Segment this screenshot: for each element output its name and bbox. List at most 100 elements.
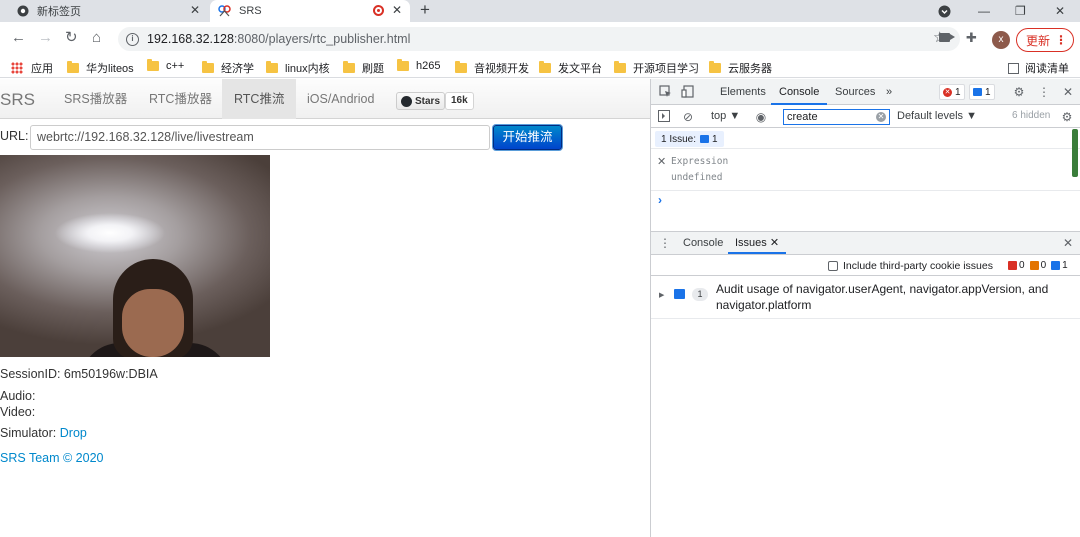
restore-button[interactable]: ❐ bbox=[1015, 0, 1026, 22]
message-count-badge[interactable]: 1 bbox=[969, 84, 995, 100]
third-party-cookie-toggle[interactable]: Include third-party cookie issues bbox=[828, 260, 993, 272]
error-count: 1 bbox=[955, 86, 961, 98]
tab-search-icon[interactable] bbox=[938, 0, 951, 22]
footer-link[interactable]: SRS Team © 2020 bbox=[0, 451, 103, 465]
bookmark-folder[interactable]: 发文平台 bbox=[539, 60, 602, 76]
error-count-badge[interactable]: ✕ 1 bbox=[939, 84, 965, 100]
bookmark-folder[interactable]: linux内核 bbox=[266, 60, 330, 76]
issue-row[interactable]: ▶ 1 Audit usage of navigator.userAgent, … bbox=[651, 277, 1080, 319]
close-tab-icon[interactable]: ✕ bbox=[392, 3, 402, 17]
issue-title: Audit usage of navigator.userAgent, navi… bbox=[716, 282, 1049, 312]
third-party-label: Include third-party cookie issues bbox=[843, 260, 993, 272]
context-selector[interactable]: top ▼ bbox=[711, 110, 740, 122]
issues-chip[interactable]: 1 Issue: 1 bbox=[655, 131, 724, 147]
tab-title: 新标签页 bbox=[37, 6, 81, 18]
bookmark-folder[interactable]: 刷题 bbox=[343, 60, 384, 76]
console-settings-icon[interactable]: ⚙ bbox=[1060, 110, 1074, 124]
warning-issues-count: 0 bbox=[1040, 260, 1047, 271]
devtools-panel: Elements Console Sources » ✕ 1 1 ⚙ ⋮ ✕ ⊘… bbox=[650, 79, 1080, 537]
back-icon[interactable]: ← bbox=[11, 30, 26, 46]
nav-srs-player[interactable]: SRS播放器 bbox=[52, 79, 139, 119]
github-stars-label: Stars bbox=[415, 95, 441, 107]
session-id: SessionID: 6m50196w:DBIA bbox=[0, 367, 158, 381]
devtools-tab-console[interactable]: Console bbox=[771, 79, 828, 105]
info-issues-count: 1 bbox=[1062, 260, 1068, 271]
simulator-drop-link[interactable]: Drop bbox=[60, 426, 87, 440]
start-publish-button[interactable]: 开始推流 bbox=[493, 125, 562, 150]
live-expression-eye-icon[interactable]: ◉ bbox=[754, 110, 768, 124]
minimize-button[interactable]: — bbox=[978, 0, 990, 22]
issues-bar: 1 Issue: 1 bbox=[651, 129, 1080, 149]
sidebar-toggle-icon[interactable] bbox=[657, 110, 671, 124]
error-issues-icon bbox=[1008, 261, 1017, 270]
folder-icon bbox=[455, 61, 467, 73]
stream-url-input[interactable]: webrtc://192.168.32.128/live/livestream bbox=[30, 125, 490, 150]
console-scrollbar[interactable] bbox=[1072, 129, 1078, 177]
nav-rtc-publisher[interactable]: RTC推流 bbox=[222, 79, 297, 119]
reading-list[interactable]: 阅读清单 bbox=[1008, 60, 1069, 76]
bookmark-label: 音视频开发 bbox=[474, 63, 529, 75]
device-toolbar-icon[interactable] bbox=[680, 85, 694, 99]
nav-rtc-player[interactable]: RTC播放器 bbox=[137, 79, 224, 119]
close-issues-tab-icon[interactable]: ✕ bbox=[770, 237, 779, 249]
reload-icon[interactable]: ↻ bbox=[65, 30, 78, 46]
settings-gear-icon[interactable]: ⚙ bbox=[1012, 85, 1026, 99]
bookmark-folder[interactable]: 经济学 bbox=[202, 60, 254, 76]
browser-tab-newtab[interactable]: 新标签页 ✕ bbox=[8, 0, 208, 22]
issues-toolbar: Include third-party cookie issues 0 0 1 bbox=[651, 256, 1080, 276]
drawer-menu-icon[interactable]: ⋮ bbox=[658, 236, 672, 250]
address-bar[interactable]: i 192.168.32.128 :8080/players/rtc_publi… bbox=[118, 27, 960, 51]
github-stars-button[interactable]: Stars bbox=[396, 92, 446, 110]
close-devtools-icon[interactable]: ✕ bbox=[1061, 85, 1075, 99]
devtools-tab-elements[interactable]: Elements bbox=[712, 79, 774, 105]
drawer-tab-console[interactable]: Console bbox=[676, 232, 730, 254]
issues-chip-count: 1 bbox=[712, 133, 718, 145]
devtools-menu-icon[interactable]: ⋮ bbox=[1037, 85, 1051, 99]
chrome-icon bbox=[16, 5, 29, 18]
devtools-tab-sources[interactable]: Sources bbox=[827, 79, 883, 105]
bookmark-folder[interactable]: 云服务器 bbox=[709, 60, 772, 76]
bookmark-folder[interactable]: 开源项目学习 bbox=[614, 60, 699, 76]
log-levels-dropdown[interactable]: Default levels ▼ bbox=[897, 110, 977, 122]
audio-label: Audio: bbox=[0, 389, 36, 403]
bookmark-folder[interactable]: h265 bbox=[397, 59, 440, 72]
brand-logo[interactable]: SRS bbox=[0, 90, 35, 110]
bookmark-apps[interactable]: 应用 bbox=[11, 60, 53, 76]
site-info-icon[interactable]: i bbox=[126, 32, 139, 46]
drawer-tab-issues[interactable]: Issues ✕ bbox=[728, 232, 787, 254]
folder-icon bbox=[343, 61, 355, 73]
clear-filter-icon[interactable]: ✕ bbox=[876, 112, 886, 122]
inspect-element-icon[interactable] bbox=[658, 85, 672, 99]
extensions-puzzle-icon[interactable]: ✚ bbox=[966, 30, 977, 46]
console-filter-input[interactable]: create ✕ bbox=[783, 109, 890, 125]
browser-tab-srs[interactable]: SRS ✕ bbox=[210, 0, 410, 22]
more-tabs-icon[interactable]: » bbox=[878, 79, 900, 105]
github-stars-count[interactable]: 16k bbox=[445, 92, 474, 110]
expand-triangle-icon[interactable]: ▶ bbox=[659, 291, 664, 299]
expression-label[interactable]: Expression bbox=[671, 156, 728, 167]
nav-ios-android[interactable]: iOS/Andriod bbox=[295, 79, 386, 119]
account-avatar[interactable]: x bbox=[992, 31, 1010, 49]
clear-console-icon[interactable]: ⊘ bbox=[681, 110, 695, 124]
home-icon[interactable]: ⌂ bbox=[92, 30, 101, 46]
expression-value: undefined bbox=[671, 172, 723, 183]
bookmark-star-icon[interactable]: ☆ bbox=[933, 28, 946, 46]
close-drawer-icon[interactable]: ✕ bbox=[1061, 236, 1075, 250]
drawer-tabbar: ⋮ Console Issues ✕ ✕ bbox=[651, 231, 1080, 255]
close-tab-icon[interactable]: ✕ bbox=[190, 3, 200, 17]
warning-issues-icon bbox=[1029, 261, 1039, 270]
close-window-button[interactable]: ✕ bbox=[1055, 0, 1065, 22]
new-tab-button[interactable]: + bbox=[420, 0, 430, 22]
web-page: SRS SRS播放器 RTC播放器 RTC推流 iOS/Andriod Star… bbox=[0, 79, 650, 537]
bookmark-label: 刷题 bbox=[362, 63, 384, 75]
bookmark-folder[interactable]: 华为liteos bbox=[67, 60, 134, 76]
update-button[interactable]: 更新 ⋮ bbox=[1016, 28, 1074, 52]
forward-icon[interactable]: → bbox=[38, 30, 53, 46]
bookmark-label: 经济学 bbox=[221, 63, 254, 75]
bookmark-folder[interactable]: c++ bbox=[147, 59, 184, 72]
remove-expression-icon[interactable]: ✕ bbox=[657, 155, 666, 168]
third-party-checkbox[interactable] bbox=[828, 261, 838, 271]
reading-list-label: 阅读清单 bbox=[1025, 63, 1069, 75]
bookmark-folder[interactable]: 音视频开发 bbox=[455, 60, 529, 76]
console-prompt[interactable]: › bbox=[658, 193, 662, 207]
